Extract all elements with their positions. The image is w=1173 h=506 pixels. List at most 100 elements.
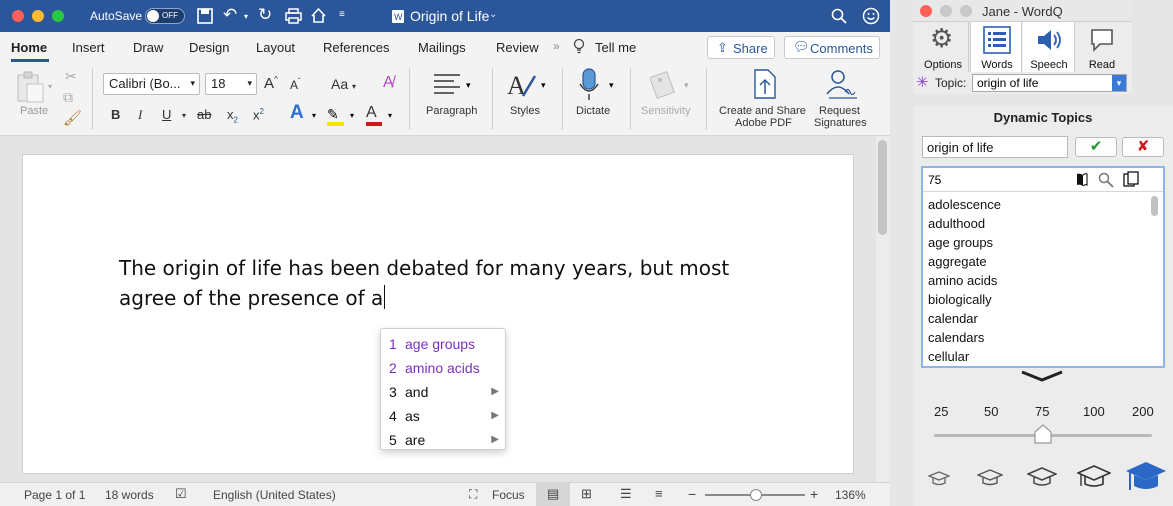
print-icon[interactable] [285, 8, 302, 24]
clear-formatting-icon[interactable]: A̸ [383, 74, 394, 92]
word-list-item[interactable]: age groups [928, 235, 993, 250]
word-list-item[interactable]: biologically [928, 292, 992, 307]
word-list-item[interactable]: calendar [928, 311, 978, 326]
options-button[interactable]: ⚙ Options [917, 22, 969, 74]
page-count[interactable]: Page 1 of 1 [24, 488, 85, 502]
prediction-item[interactable]: 3 and ▶ [389, 380, 499, 404]
tab-references[interactable]: References [323, 40, 389, 55]
prediction-item[interactable]: 5 are ▶ [389, 428, 499, 452]
focus-label[interactable]: Focus [492, 488, 525, 502]
document-title[interactable]: Origin of Life [410, 8, 489, 24]
grow-font-icon[interactable]: A^ [264, 75, 278, 92]
word-count-slider-thumb[interactable] [1034, 424, 1052, 444]
tab-review[interactable]: Review [496, 40, 539, 55]
level-4-cap-icon[interactable] [1077, 464, 1111, 492]
read-button[interactable]: Read [1076, 22, 1128, 74]
word-count[interactable]: 18 words [105, 488, 154, 502]
comments-button[interactable]: 💬︎ Comments [784, 36, 880, 59]
level-1-cap-icon[interactable] [928, 470, 950, 488]
highlight-icon[interactable]: ✎ [327, 106, 345, 126]
styles-icon[interactable]: A [505, 70, 537, 100]
zoom-in-button[interactable]: + [810, 486, 818, 502]
text-effects-dropdown-icon[interactable]: ▾ [312, 111, 316, 120]
cancel-x-button[interactable]: ✘ [1122, 137, 1164, 157]
paste-dropdown-icon[interactable]: ▾ [48, 82, 52, 91]
tab-home[interactable]: Home [11, 40, 47, 55]
tell-me-search[interactable]: Tell me [595, 40, 636, 55]
create-pdf-icon[interactable] [752, 68, 778, 100]
word-list-item[interactable]: calendars [928, 330, 984, 345]
underline-button[interactable]: U [162, 107, 171, 122]
save-icon[interactable] [197, 8, 213, 24]
prediction-item[interactable]: 1 age groups [389, 332, 499, 356]
confirm-check-button[interactable]: ✔ [1075, 137, 1117, 157]
outline-view-icon[interactable]: ☰ [620, 486, 632, 502]
level-2-cap-icon[interactable] [977, 468, 1003, 488]
undo-dropdown-icon[interactable]: ▾ [244, 12, 248, 21]
underline-dropdown-icon[interactable]: ▾ [182, 111, 186, 120]
tab-design[interactable]: Design [189, 40, 229, 55]
font-name-dropdown[interactable]: Calibri (Bo... ▾ [103, 73, 200, 95]
tab-draw[interactable]: Draw [133, 40, 163, 55]
change-case-button[interactable]: Aa ▾ [331, 76, 356, 92]
zoom-window-button[interactable] [52, 10, 64, 22]
text-effects-icon[interactable]: A [290, 102, 304, 124]
shrink-font-icon[interactable]: Aˇ [290, 77, 301, 92]
web-layout-icon[interactable]: ⊞ [581, 486, 592, 502]
wordq-close-button[interactable] [920, 5, 932, 17]
more-tabs-icon[interactable]: » [553, 39, 560, 53]
word-list-item[interactable]: aggregate [928, 254, 987, 269]
language-status[interactable]: English (United States) [213, 488, 336, 502]
vertical-scroll-thumb[interactable] [878, 140, 887, 235]
font-size-dropdown[interactable]: 18 ▾ [205, 73, 257, 95]
zoom-slider-thumb[interactable] [750, 489, 762, 501]
paragraph-dropdown-icon[interactable]: ▾ [466, 80, 471, 91]
word-list-item[interactable]: cellular [928, 349, 969, 364]
prediction-item[interactable]: 2 amino acids [389, 356, 499, 380]
italic-button[interactable]: I [138, 107, 142, 123]
wordq-minimize-button[interactable] [940, 5, 952, 17]
sensitivity-icon[interactable] [650, 68, 680, 100]
level-5-cap-icon[interactable] [1124, 460, 1168, 494]
print-layout-view-button[interactable]: ▤ [536, 483, 570, 506]
topic-select[interactable]: origin of life ▾ [972, 74, 1127, 92]
cut-icon[interactable]: ✂ [65, 68, 77, 85]
word-list-item[interactable]: adolescence [928, 197, 1001, 212]
level-3-cap-icon[interactable] [1027, 466, 1057, 488]
styles-dropdown-icon[interactable]: ▾ [541, 80, 546, 91]
paste-icon[interactable] [15, 70, 45, 104]
font-color-icon[interactable]: A [366, 104, 384, 126]
customize-toolbar-icon[interactable]: ≡ [339, 9, 345, 20]
undo-icon[interactable]: ↶ [223, 5, 237, 25]
close-window-button[interactable] [12, 10, 24, 22]
autosave-toggle[interactable]: OFF [145, 8, 185, 24]
bold-button[interactable]: B [111, 107, 120, 122]
format-painter-icon[interactable]: 🖌︎ [63, 109, 82, 127]
share-button[interactable]: ⇪ Share [707, 36, 775, 59]
document-body-text[interactable]: The origin of life has been debated for … [119, 253, 799, 313]
focus-icon[interactable]: ⛶ [469, 487, 477, 502]
microphone-icon[interactable] [578, 68, 600, 102]
proofing-icon[interactable]: ☑︎ [175, 486, 187, 502]
topic-text-input[interactable]: origin of life [922, 136, 1068, 158]
tab-layout[interactable]: Layout [256, 40, 295, 55]
search-icon[interactable] [831, 8, 847, 24]
superscript-button[interactable]: x2 [253, 107, 264, 122]
tab-mailings[interactable]: Mailings [418, 40, 466, 55]
zoom-level[interactable]: 136% [835, 488, 866, 502]
draft-view-icon[interactable]: ≡ [655, 486, 663, 501]
paragraph-icon[interactable] [432, 72, 462, 96]
smiley-feedback-icon[interactable] [862, 7, 880, 25]
copy-list-icon[interactable] [1123, 171, 1139, 188]
word-list-scroll-thumb[interactable] [1151, 196, 1158, 216]
zoom-out-button[interactable]: − [688, 486, 696, 502]
words-button[interactable]: Words [970, 22, 1022, 74]
word-list-item[interactable]: adulthood [928, 216, 985, 231]
dictate-dropdown-icon[interactable]: ▾ [609, 80, 614, 91]
prediction-item[interactable]: 4 as ▶ [389, 404, 499, 428]
home-icon[interactable] [310, 7, 327, 24]
subscript-button[interactable]: x2 [227, 107, 238, 125]
signature-icon[interactable] [823, 68, 859, 100]
tab-insert[interactable]: Insert [72, 40, 105, 55]
word-list-item[interactable]: amino acids [928, 273, 997, 288]
